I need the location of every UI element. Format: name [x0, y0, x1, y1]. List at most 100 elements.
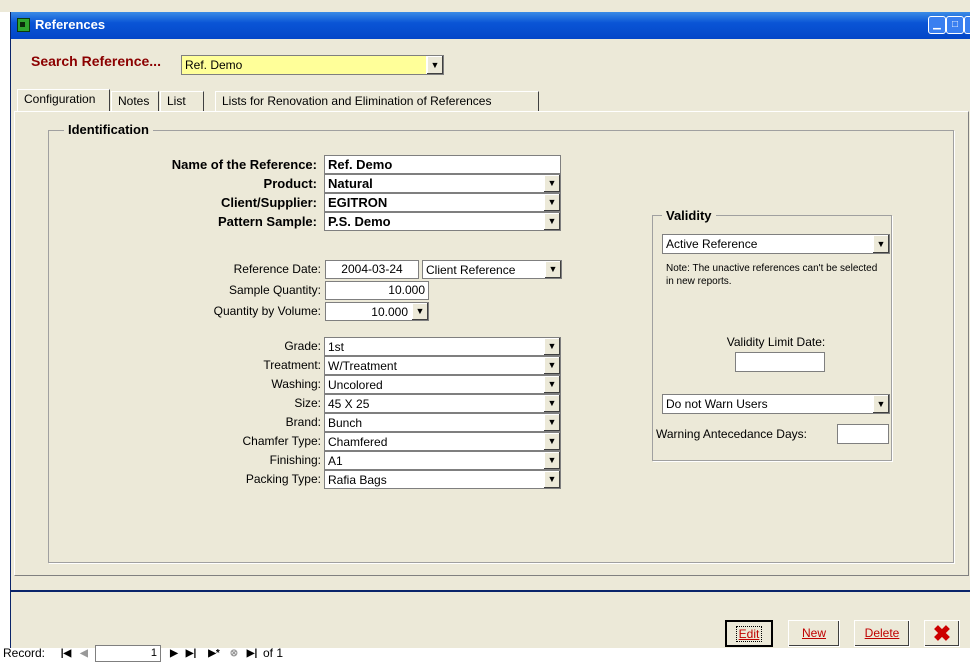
reference-type-combo[interactable]: Client Reference ▼	[422, 260, 562, 279]
chamfer-type-label: Chamfer Type:	[242, 434, 321, 448]
last-record-icon[interactable]: ▶|	[183, 646, 199, 662]
chevron-down-icon[interactable]: ▼	[543, 433, 560, 450]
client-supplier-combo[interactable]: EGITRON ▼	[324, 193, 561, 212]
chamfer-type-value: Chamfered	[328, 435, 388, 449]
validity-status-value: Active Reference	[666, 237, 758, 251]
red-x-icon[interactable]: ✖	[924, 620, 960, 647]
total-records: 1	[276, 646, 284, 660]
tab-configuration[interactable]: Configuration	[17, 89, 110, 111]
size-combo[interactable]: 45 X 25 ▼	[324, 394, 561, 413]
validity-note: Note: The unactive references can't be s…	[666, 263, 878, 287]
sample-quantity-field[interactable]: 10.000	[325, 281, 429, 300]
grade-value: 1st	[328, 340, 345, 354]
warning-days-field[interactable]	[837, 424, 889, 444]
name-of-reference-label: Name of the Reference:	[171, 157, 317, 172]
tab-notes[interactable]: Notes	[111, 91, 159, 111]
new-button[interactable]: New	[788, 620, 840, 647]
washing-combo[interactable]: Uncolored ▼	[324, 375, 561, 394]
pattern-sample-label: Pattern Sample:	[218, 214, 317, 229]
reference-date-field[interactable]: 2004-03-24	[325, 260, 419, 279]
validity-limit-date-label: Validity Limit Date:	[726, 335, 826, 349]
packing-type-combo[interactable]: Rafia Bags ▼	[324, 470, 561, 489]
pattern-sample-combo[interactable]: P.S. Demo ▼	[324, 212, 561, 231]
treatment-value: W/Treatment	[328, 359, 397, 373]
edit-button-label: Edit	[735, 626, 763, 642]
desktop-strip	[0, 0, 970, 12]
chevron-down-icon[interactable]: ▼	[543, 338, 560, 355]
record-total: of 1	[263, 646, 283, 660]
window-title: References	[35, 17, 106, 32]
chevron-down-icon[interactable]: ▼	[543, 414, 560, 431]
product-value: Natural	[328, 176, 373, 191]
new-record-icon[interactable]: ▶*	[203, 646, 225, 662]
washing-label: Washing:	[271, 377, 321, 391]
quantity-by-volume-value: 10.000	[371, 305, 408, 319]
product-combo[interactable]: Natural ▼	[324, 174, 561, 193]
search-reference-combo[interactable]: Ref. Demo ▼	[181, 55, 444, 75]
minimize-icon[interactable]: ▁	[928, 16, 946, 34]
title-bar[interactable]: References ▁ □	[11, 12, 970, 39]
client-supplier-label: Client/Supplier:	[220, 195, 317, 210]
bottom-separator	[11, 590, 970, 592]
close-icon[interactable]	[964, 16, 970, 34]
chevron-down-icon[interactable]: ▼	[543, 471, 560, 488]
pattern-sample-value: P.S. Demo	[328, 214, 391, 229]
next-record-icon[interactable]: ▶	[167, 646, 181, 662]
packing-type-value: Rafia Bags	[328, 473, 387, 487]
delete-record-icon[interactable]: ⊗	[227, 646, 241, 662]
size-value: 45 X 25	[328, 397, 370, 411]
chevron-down-icon[interactable]: ▼	[543, 175, 560, 192]
filter-record-icon[interactable]: ▶|	[243, 646, 261, 662]
record-label: Record:	[3, 646, 46, 660]
form-icon	[17, 18, 30, 32]
finishing-value: A1	[328, 454, 343, 468]
brand-combo[interactable]: Bunch ▼	[324, 413, 561, 432]
chevron-down-icon[interactable]: ▼	[543, 452, 560, 469]
grade-combo[interactable]: 1st ▼	[324, 337, 561, 356]
reference-type-value: Client Reference	[426, 263, 516, 277]
treatment-combo[interactable]: W/Treatment ▼	[324, 356, 561, 375]
treatment-label: Treatment:	[263, 358, 321, 372]
maximize-icon[interactable]: □	[946, 16, 964, 34]
identification-legend: Identification	[64, 122, 153, 137]
delete-button[interactable]: Delete	[854, 620, 910, 647]
brand-label: Brand:	[285, 415, 321, 429]
tab-list[interactable]: List	[160, 91, 204, 111]
finishing-label: Finishing:	[269, 453, 321, 467]
tab-lists-renovation[interactable]: Lists for Renovation and Elimination of …	[215, 91, 539, 111]
search-reference-label: Search Reference...	[31, 53, 161, 69]
chevron-down-icon[interactable]: ▼	[872, 395, 889, 413]
chevron-down-icon[interactable]: ▼	[543, 213, 560, 230]
references-window: References ▁ □ Search Reference... Ref. …	[3, 12, 970, 662]
chamfer-type-combo[interactable]: Chamfered ▼	[324, 432, 561, 451]
warn-users-combo[interactable]: Do not Warn Users ▼	[662, 394, 890, 414]
size-label: Size:	[294, 396, 321, 410]
chevron-down-icon[interactable]: ▼	[426, 56, 443, 74]
chevron-down-icon[interactable]: ▼	[411, 303, 428, 320]
quantity-by-volume-combo[interactable]: 10.000 ▼	[325, 302, 429, 321]
validity-limit-date-field[interactable]	[735, 352, 825, 372]
name-of-reference-field[interactable]: Ref. Demo	[324, 155, 561, 174]
search-reference-value: Ref. Demo	[185, 58, 243, 72]
chevron-down-icon[interactable]: ▼	[543, 357, 560, 374]
chevron-down-icon[interactable]: ▼	[543, 395, 560, 412]
packing-type-label: Packing Type:	[245, 472, 321, 486]
of-label: of	[263, 646, 274, 660]
reference-date-label: Reference Date:	[233, 262, 321, 276]
first-record-icon[interactable]: |◀	[59, 646, 73, 662]
finishing-combo[interactable]: A1 ▼	[324, 451, 561, 470]
warn-users-value: Do not Warn Users	[666, 397, 768, 411]
chevron-down-icon[interactable]: ▼	[543, 376, 560, 393]
validity-status-combo[interactable]: Active Reference ▼	[662, 234, 890, 254]
chevron-down-icon[interactable]: ▼	[543, 194, 560, 211]
brand-value: Bunch	[328, 416, 363, 430]
client-supplier-value: EGITRON	[328, 195, 388, 210]
quantity-by-volume-label: Quantity by Volume:	[213, 304, 321, 318]
product-label: Product:	[263, 176, 317, 191]
chevron-down-icon[interactable]: ▼	[544, 261, 561, 278]
edit-button[interactable]: Edit	[725, 620, 773, 647]
warning-days-label: Warning Antecedance Days:	[656, 427, 807, 441]
validity-legend: Validity	[662, 208, 716, 223]
chevron-down-icon[interactable]: ▼	[872, 235, 889, 253]
previous-record-icon[interactable]: ◀	[77, 646, 91, 662]
